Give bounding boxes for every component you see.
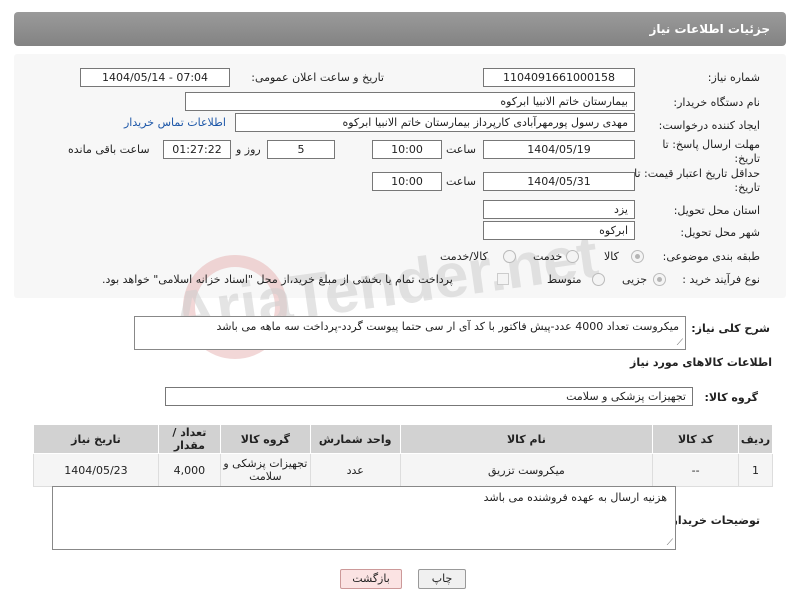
description-text: میکروست تعداد 4000 عدد-پیش فاکتور با کد … [216, 320, 679, 333]
category-goods-radio[interactable] [631, 250, 644, 263]
days-field: 5 [267, 140, 335, 159]
cell-unit: عدد [309, 453, 401, 487]
purchase-type-label: نوع فرآیند خرید : [682, 273, 760, 286]
cell-group: تجهیزات پزشکی و سلامت [219, 453, 311, 487]
reply-time-label: ساعت [446, 143, 476, 156]
col-item-code: کد کالا [652, 424, 740, 454]
goods-group-label: گروه کالا: [704, 391, 758, 404]
purchase-medium-radio[interactable] [592, 273, 605, 286]
resize-handle-icon: ⟋ [666, 538, 673, 548]
buyer-notes-label: توضیحات خریدار: [667, 514, 760, 527]
buyer-contact-link[interactable]: اطلاعات تماس خریدار [124, 116, 226, 129]
print-button[interactable]: چاپ [418, 569, 466, 589]
reply-date-field: 1404/05/19 [483, 140, 635, 159]
col-need-date: تاریخ نیاز [33, 424, 159, 454]
price-time-field: 10:00 [372, 172, 442, 191]
requester-field: مهدی رسول پورمهرآبادی کارپرداز بیمارستان… [235, 113, 635, 132]
category-label: طبقه بندی موضوعی: [662, 250, 760, 263]
buyer-org-field: بیمارستان خاتم الانبیا ابرکوه [185, 92, 635, 111]
price-time-label: ساعت [446, 175, 476, 188]
col-item-name: نام کالا [399, 424, 654, 454]
category-goods-label: کالا [604, 250, 619, 263]
days-label: روز و [236, 143, 261, 156]
cell-quantity: 4,000 [157, 453, 221, 487]
reply-time-field: 10:00 [372, 140, 442, 159]
reply-deadline-label: مهلت ارسال پاسخ: تا تاریخ: [662, 138, 760, 165]
goods-table-header: ردیف کد کالا نام کالا واحد شمارش گروه کا… [33, 424, 773, 454]
goods-group-field: تجهیزات پزشکی و سلامت [165, 387, 693, 406]
resize-handle-icon: ⟋ [676, 338, 683, 348]
col-quantity: تعداد / مقدار [157, 424, 221, 454]
cell-row-number: 1 [738, 453, 773, 487]
purchase-medium-label: متوسط [547, 273, 582, 286]
cell-item-code: -- [652, 453, 740, 487]
description-label: شرح کلی نیاز: [691, 322, 770, 335]
page-title: جزئیات اطلاعات نیاز [649, 22, 770, 36]
announce-label: تاریخ و ساعت اعلان عمومی: [251, 71, 384, 84]
city-field: ابرکوه [483, 221, 635, 240]
price-date-field: 1404/05/31 [483, 172, 635, 191]
cell-item-name: میکروست تزریق [399, 453, 654, 487]
page-header: جزئیات اطلاعات نیاز [14, 12, 786, 46]
need-number-field: 1104091661000158 [483, 68, 635, 87]
description-textarea: میکروست تعداد 4000 عدد-پیش فاکتور با کد … [134, 316, 686, 350]
purchase-minor-radio[interactable] [653, 273, 666, 286]
city-label: شهر محل تحویل: [680, 226, 760, 239]
purchase-minor-label: جزیی [622, 273, 648, 286]
announce-field: 1404/05/14 - 07:04 [80, 68, 230, 87]
goods-info-title: اطلاعات کالاهای مورد نیاز [630, 356, 772, 369]
col-row-number: ردیف [738, 424, 773, 454]
province-label: استان محل تحویل: [673, 204, 760, 217]
need-number-label: شماره نیاز: [707, 71, 760, 84]
treasury-note: پرداخت تمام یا بخشی از مبلغ خرید،از محل … [102, 273, 453, 286]
cell-need-date: 1404/05/23 [33, 453, 159, 487]
table-row: 1 -- میکروست تزریق عدد تجهیزات پزشکی و س… [33, 453, 773, 487]
category-both-radio[interactable] [503, 250, 516, 263]
requester-label: ایجاد کننده درخواست: [658, 119, 760, 132]
category-service-label: خدمت [533, 250, 563, 263]
category-both-label: کالا/خدمت [440, 250, 488, 263]
category-service-radio[interactable] [566, 250, 579, 263]
province-field: یزد [483, 200, 635, 219]
buyer-notes-text: هزنیه ارسال به عهده فروشنده می باشد [483, 491, 667, 504]
back-button[interactable]: بازگشت [340, 569, 402, 589]
col-unit: واحد شمارش [309, 424, 401, 454]
goods-table: ردیف کد کالا نام کالا واحد شمارش گروه کا… [33, 424, 773, 487]
remaining-time-field: 01:27:22 [163, 140, 231, 159]
buyer-notes-textarea: هزنیه ارسال به عهده فروشنده می باشد ⟋ [52, 486, 676, 550]
treasury-checkbox[interactable] [497, 273, 509, 285]
col-group: گروه کالا [219, 424, 311, 454]
buyer-org-label: نام دستگاه خریدار: [673, 96, 760, 109]
remaining-label: ساعت باقی مانده [68, 143, 150, 156]
price-deadline-label: حداقل تاریخ اعتبار قیمت: تا تاریخ: [634, 167, 760, 194]
